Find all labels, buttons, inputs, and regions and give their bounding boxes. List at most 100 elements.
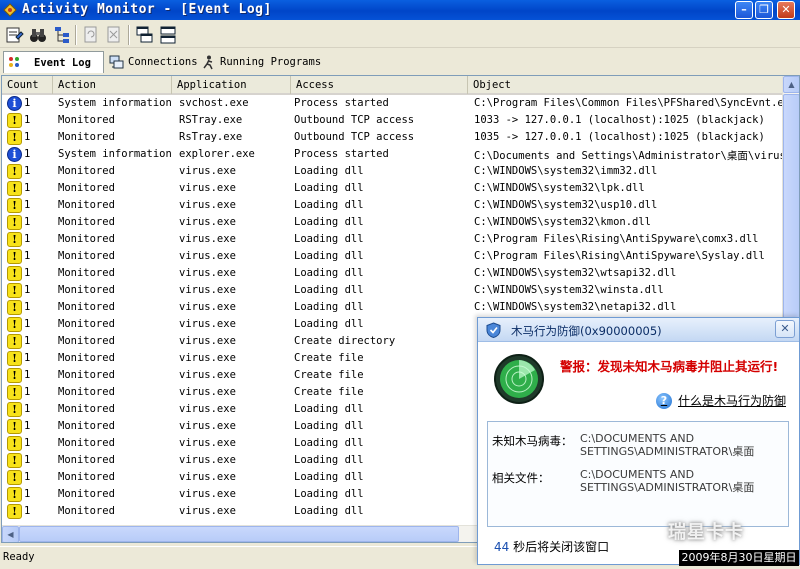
cell-count: 1 bbox=[24, 471, 31, 483]
cell-object: C:\WINDOWS\system32\imm32.dll bbox=[474, 165, 658, 177]
warning-icon: ! bbox=[7, 385, 22, 400]
table-row[interactable]: ! 1 Monitored RsTray.exe Outbound TCP access… bbox=[2, 129, 783, 146]
tab-strip: Event Log Connections Running Programs bbox=[0, 49, 800, 75]
maximize-button[interactable]: ❐ bbox=[755, 1, 773, 19]
table-row[interactable]: ! 1 Monitored virus.exe Loading dll C:\WINDOW… bbox=[2, 265, 783, 282]
cell-action: Monitored bbox=[58, 233, 115, 245]
table-row[interactable]: ! 1 Monitored virus.exe Loading dll C:\WINDOW… bbox=[2, 197, 783, 214]
warning-icon: ! bbox=[7, 130, 22, 145]
table-row[interactable]: ! 1 Monitored virus.exe Loading dll C:\Progra… bbox=[2, 231, 783, 248]
warning-icon: ! bbox=[7, 300, 22, 315]
table-row[interactable]: i 1 System information svchost.exe Process s… bbox=[2, 95, 783, 112]
cell-object: C:\WINDOWS\system32\wtsapi32.dll bbox=[474, 267, 677, 279]
warning-icon: ! bbox=[7, 283, 22, 298]
table-row[interactable]: ! 1 Monitored virus.exe Loading dll C:\Progra… bbox=[2, 248, 783, 265]
scroll-left-arrow-icon[interactable]: ◀ bbox=[2, 526, 19, 542]
cell-application: RsTray.exe bbox=[179, 131, 243, 143]
cell-action: Monitored bbox=[58, 369, 115, 381]
help-link[interactable]: ? 什么是木马行为防御 bbox=[656, 392, 786, 409]
cell-action: Monitored bbox=[58, 114, 115, 126]
tree-view-icon[interactable] bbox=[52, 25, 72, 45]
popup-close-button[interactable]: ✕ bbox=[775, 320, 795, 338]
table-row[interactable]: i 1 System information explorer.exe Process … bbox=[2, 146, 783, 163]
column-header-access[interactable]: Access bbox=[291, 76, 468, 94]
cell-count: 1 bbox=[24, 165, 31, 177]
help-link-label: 什么是木马行为防御 bbox=[678, 394, 787, 408]
horizontal-scroll-thumb[interactable] bbox=[19, 526, 459, 542]
connections-icon bbox=[109, 55, 124, 68]
warning-icon: ! bbox=[7, 249, 22, 264]
table-row[interactable]: ! 1 Monitored RSTray.exe Outbound TCP access… bbox=[2, 112, 783, 129]
cell-action: Monitored bbox=[58, 505, 115, 517]
cell-application: virus.exe bbox=[179, 454, 236, 466]
cascade-icon[interactable] bbox=[135, 25, 155, 45]
table-row[interactable]: ! 1 Monitored virus.exe Loading dll C:\WINDOW… bbox=[2, 299, 783, 316]
cell-access: Loading dll bbox=[294, 250, 364, 262]
cell-count: 1 bbox=[24, 403, 31, 415]
cell-action: Monitored bbox=[58, 488, 115, 500]
toolbar-separator bbox=[128, 25, 130, 45]
related-file-path: C:\DOCUMENTS AND SETTINGS\ADMINISTRATOR\… bbox=[580, 468, 755, 494]
cell-action: Monitored bbox=[58, 267, 115, 279]
close-button[interactable]: ✕ bbox=[777, 1, 795, 19]
cell-access: Loading dll bbox=[294, 233, 364, 245]
cell-access: Loading dll bbox=[294, 267, 364, 279]
refresh-icon[interactable] bbox=[81, 25, 101, 45]
table-row[interactable]: ! 1 Monitored virus.exe Loading dll C:\WINDOW… bbox=[2, 163, 783, 180]
scroll-up-arrow-icon[interactable]: ▲ bbox=[783, 76, 799, 93]
cell-access: Create file bbox=[294, 352, 364, 364]
column-header-object[interactable]: Object bbox=[468, 76, 783, 94]
cell-access: Outbound TCP access bbox=[294, 131, 415, 143]
table-row[interactable]: ! 1 Monitored virus.exe Loading dll C:\WINDOW… bbox=[2, 214, 783, 231]
properties-icon[interactable] bbox=[4, 25, 24, 45]
virus-path: C:\DOCUMENTS AND SETTINGS\ADMINISTRATOR\… bbox=[580, 432, 755, 458]
popup-title-bar: 木马行为防御(0x90000005) ✕ bbox=[478, 318, 799, 342]
cell-access: Loading dll bbox=[294, 318, 364, 330]
cell-access: Loading dll bbox=[294, 437, 364, 449]
clear-log-icon[interactable] bbox=[104, 25, 124, 45]
vertical-scroll-thumb[interactable] bbox=[783, 94, 799, 319]
tab-running-programs[interactable]: Running Programs bbox=[198, 51, 324, 73]
cell-action: Monitored bbox=[58, 437, 115, 449]
window-title: Activity Monitor - [Event Log] bbox=[22, 2, 272, 17]
table-row[interactable]: ! 1 Monitored virus.exe Loading dll C:\WINDOW… bbox=[2, 180, 783, 197]
cell-action: Monitored bbox=[58, 420, 115, 432]
minimize-button[interactable]: – bbox=[735, 1, 753, 19]
cell-application: virus.exe bbox=[179, 301, 236, 313]
cell-action: Monitored bbox=[58, 284, 115, 296]
cell-action: Monitored bbox=[58, 301, 115, 313]
cell-action: Monitored bbox=[58, 131, 115, 143]
cell-count: 1 bbox=[24, 131, 31, 143]
tab-connections-label: Connections bbox=[128, 56, 198, 68]
column-header-action[interactable]: Action bbox=[53, 76, 172, 94]
cell-object: C:\Program Files\Rising\AntiSpyware\Sysl… bbox=[474, 250, 765, 262]
cell-object: 1033 -> 127.0.0.1 (localhost):1025 (blac… bbox=[474, 114, 765, 126]
cell-count: 1 bbox=[24, 267, 31, 279]
cell-count: 1 bbox=[24, 97, 31, 109]
running-programs-icon bbox=[203, 55, 213, 69]
cell-application: virus.exe bbox=[179, 420, 236, 432]
info-icon: i bbox=[7, 96, 22, 111]
cell-application: virus.exe bbox=[179, 352, 236, 364]
column-header-count[interactable]: Count bbox=[2, 76, 53, 94]
cell-access: Loading dll bbox=[294, 199, 364, 211]
column-header-application[interactable]: Application bbox=[172, 76, 291, 94]
tab-connections[interactable]: Connections bbox=[106, 51, 201, 73]
warning-icon: ! bbox=[7, 402, 22, 417]
table-row[interactable]: ! 1 Monitored virus.exe Loading dll C:\WINDOW… bbox=[2, 282, 783, 299]
tab-event-log[interactable]: Event Log bbox=[3, 51, 104, 73]
cell-action: Monitored bbox=[58, 182, 115, 194]
warning-icon: ! bbox=[7, 266, 22, 281]
cell-access: Loading dll bbox=[294, 403, 364, 415]
warning-icon: ! bbox=[7, 368, 22, 383]
cell-application: virus.exe bbox=[179, 318, 236, 330]
cell-application: explorer.exe bbox=[179, 148, 255, 160]
warning-icon: ! bbox=[7, 181, 22, 196]
warning-icon: ! bbox=[7, 334, 22, 349]
cell-count: 1 bbox=[24, 352, 31, 364]
tile-horizontal-icon[interactable] bbox=[158, 25, 178, 45]
warning-icon: ! bbox=[7, 317, 22, 332]
info-icon: i bbox=[7, 147, 22, 162]
cell-count: 1 bbox=[24, 454, 31, 466]
binoculars-icon[interactable] bbox=[28, 25, 48, 45]
